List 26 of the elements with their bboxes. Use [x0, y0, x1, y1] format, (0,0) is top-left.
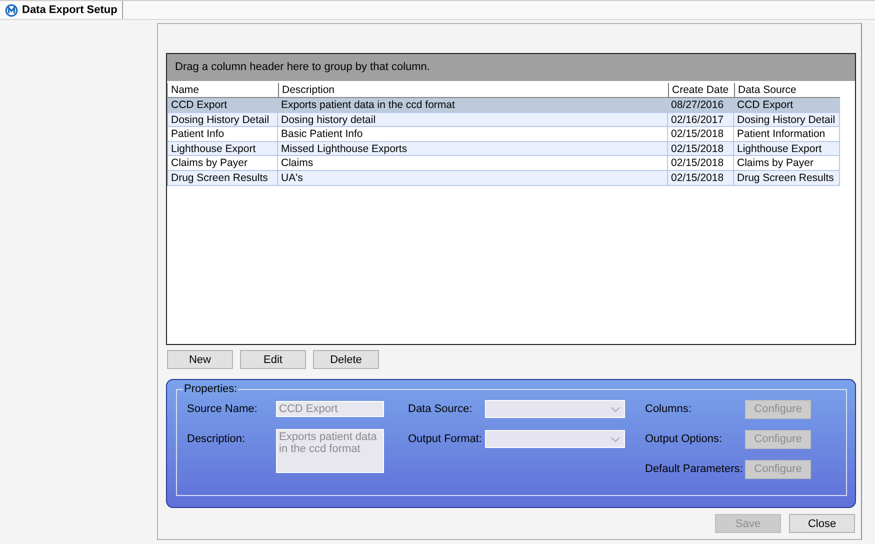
table-row[interactable]: Dosing History Detail Dosing history detail 02/16/2017 Dosing History Detail: [168, 112, 840, 128]
table-row[interactable]: Patient Info Basic Patient Info 02/15/2018 Patient Information: [168, 127, 840, 142]
field-label: Description:: [187, 433, 246, 445]
column-header[interactable]: Data Source: [734, 83, 840, 97]
table-row[interactable]: Drug Screen Results UA's 02/15/2018 Drug Screen Results: [168, 170, 840, 186]
grid-button[interactable]: Edit: [240, 350, 306, 369]
field-label: Output Format:: [408, 433, 483, 445]
field-label: Output Options:: [645, 433, 724, 445]
group-by-prompt: Drag a column header here to group by that column.: [167, 54, 855, 82]
grid-button[interactable]: New: [167, 350, 233, 369]
field-label: Source Name:: [187, 403, 258, 415]
field-label: Columns:: [645, 403, 692, 415]
chevron-down-icon: [611, 406, 620, 412]
table-row[interactable]: Lighthouse Export Missed Lighthouse Exports 02/15/2018 Lighthouse Export: [168, 142, 840, 156]
chevron-down-icon: [611, 436, 620, 442]
logo-icon: [5, 4, 18, 16]
table-row[interactable]: CCD Export Exports patient data in the ccd format 08/27/2016 CCD Export: [168, 98, 840, 113]
group-title: Properties:: [183, 383, 238, 395]
column-header[interactable]: Create Date: [668, 83, 734, 97]
column-header[interactable]: Description: [278, 83, 668, 97]
grid-button[interactable]: Delete: [313, 350, 379, 369]
field-label: Data Source:: [408, 403, 474, 415]
column-header[interactable]: Name: [168, 83, 278, 97]
field-label: Default Parameters:: [645, 463, 744, 475]
table-row[interactable]: Claims by Payer Claims 02/15/2018 Claims by Payer: [168, 156, 840, 171]
footer-button[interactable]: Close: [789, 514, 855, 533]
